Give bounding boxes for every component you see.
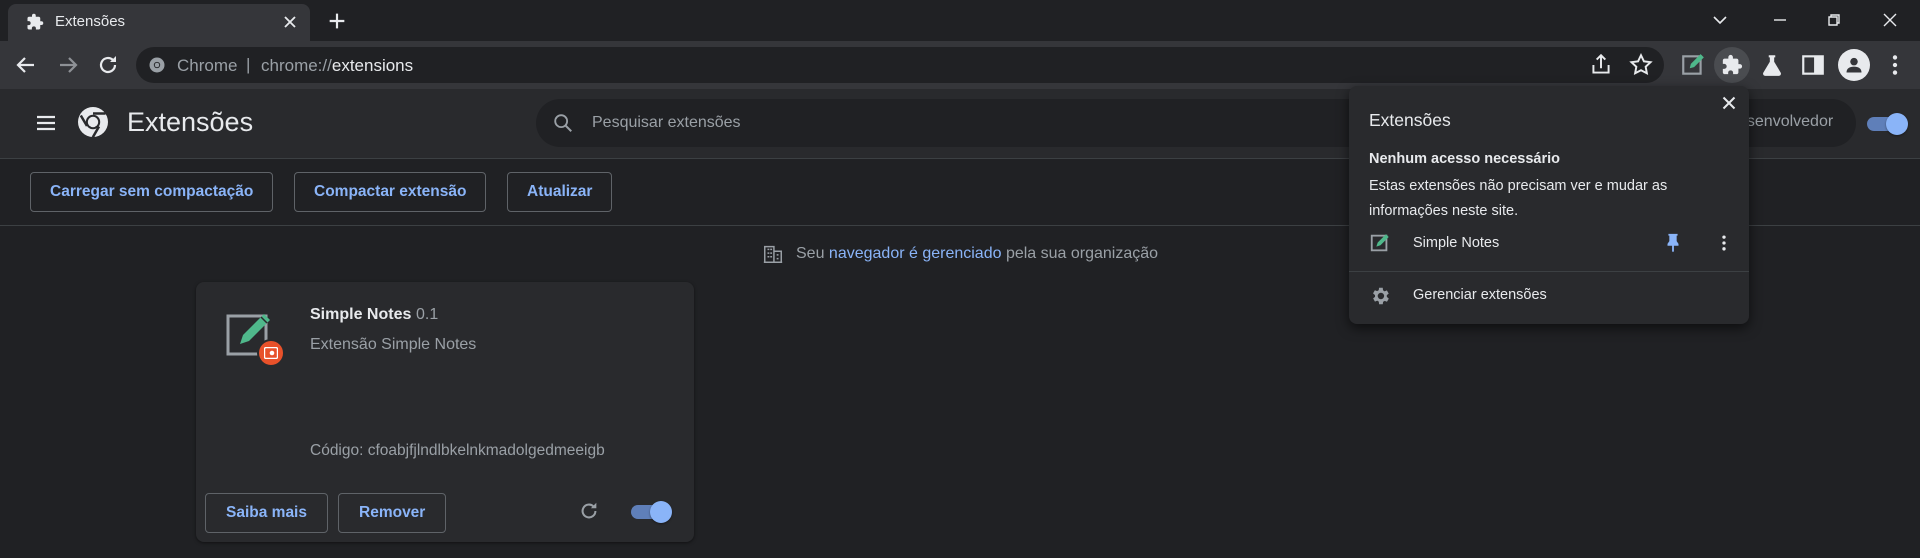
managed-prefix: Seu: [796, 245, 829, 262]
popup-title: Extensões: [1369, 110, 1451, 130]
tab-strip: Extensões: [0, 0, 1920, 41]
toggle-knob: [650, 501, 672, 523]
developer-mode-toggle[interactable]: [1867, 113, 1908, 135]
notes-icon: [1370, 234, 1389, 252]
extension-id: Código: cfoabjfjlndlbkelnkmadolgedmeeigb: [310, 442, 605, 459]
search-input[interactable]: [592, 99, 1292, 147]
manage-extensions-label: Gerenciar extensões: [1413, 287, 1547, 303]
share-icon[interactable]: [1588, 52, 1614, 78]
person-icon: [1846, 57, 1862, 73]
toolbar: Chrome | chrome://extensions: [0, 41, 1920, 89]
profile-icon[interactable]: [1838, 49, 1870, 81]
notes-icon[interactable]: [1680, 52, 1706, 78]
close-icon[interactable]: [1718, 92, 1740, 114]
managed-suffix: pela sua organização: [1001, 245, 1159, 262]
tab-title: Extensões: [55, 13, 126, 30]
chrome-logo-icon: [149, 57, 165, 73]
gear-icon: [1373, 287, 1389, 305]
extension-enabled-toggle[interactable]: [631, 501, 672, 523]
pack-extension-button[interactable]: Compactar extensão: [294, 172, 487, 212]
record-icon: [264, 347, 278, 359]
managed-link[interactable]: navegador é gerenciado: [829, 245, 1002, 262]
more-vert-icon[interactable]: [1714, 232, 1734, 254]
policy-badge: [257, 339, 285, 367]
url-scheme: chrome://: [261, 56, 332, 75]
developer-mode-label: esenvolvedor: [1738, 113, 1834, 130]
more-vert-icon[interactable]: [1882, 52, 1908, 78]
manage-extensions-item[interactable]: Gerenciar extensões: [1349, 276, 1749, 316]
tab-extensions[interactable]: Extensões: [8, 4, 310, 41]
omnibox-origin: Chrome: [177, 56, 238, 75]
toggle-knob: [1886, 113, 1908, 135]
popup-section-description: Estas extensões não precisam ver e mudar…: [1369, 178, 1668, 219]
lab-icon[interactable]: [1759, 52, 1785, 78]
popup-extension-item[interactable]: Simple Notes: [1349, 226, 1749, 260]
remove-button[interactable]: Remover: [338, 493, 447, 533]
search-icon: [554, 114, 572, 132]
forward-icon[interactable]: [56, 53, 80, 77]
url-host: extensions: [331, 56, 414, 75]
load-unpacked-button[interactable]: Carregar sem compactação: [30, 172, 274, 212]
extensions-menu-popup: Extensões Nenhum acesso necessário Estas…: [1349, 86, 1749, 324]
side-panel-icon[interactable]: [1800, 52, 1826, 78]
extension-name: Simple Notes: [310, 306, 412, 323]
close-icon[interactable]: [280, 12, 300, 32]
popup-divider: [1349, 271, 1749, 272]
omnibox[interactable]: Chrome | chrome://extensions: [136, 47, 1664, 83]
popup-extension-name: Simple Notes: [1413, 235, 1500, 251]
reload-icon[interactable]: [96, 53, 120, 77]
minimize-icon[interactable]: [1768, 8, 1792, 32]
page-title: Extensões: [127, 107, 254, 137]
omnibox-separator: |: [246, 55, 251, 74]
plus-icon[interactable]: [326, 10, 348, 32]
hamburger-icon[interactable]: [34, 111, 58, 135]
details-button[interactable]: Saiba mais: [205, 493, 328, 533]
puzzle-icon: [1722, 54, 1743, 75]
close-icon[interactable]: [1878, 8, 1902, 32]
building-icon: [763, 245, 783, 263]
pin-icon[interactable]: [1662, 232, 1684, 254]
restore-icon[interactable]: [1822, 8, 1846, 32]
chrome-logo-icon: [78, 107, 108, 138]
extension-version: 0.1: [416, 306, 439, 323]
back-icon[interactable]: [14, 53, 38, 77]
popup-section-heading: Nenhum acesso necessário: [1369, 151, 1561, 167]
extension-description: Extensão Simple Notes: [310, 336, 477, 353]
managed-text: Seu navegador é gerenciado pela sua orga…: [796, 245, 1158, 263]
chevron-down-icon[interactable]: [1708, 8, 1732, 32]
star-icon[interactable]: [1628, 52, 1654, 78]
omnibox-url: chrome://extensions: [261, 56, 413, 76]
puzzle-icon: [27, 13, 44, 30]
reload-icon[interactable]: [578, 500, 600, 522]
extensions-button[interactable]: [1714, 47, 1750, 83]
extension-card: Simple Notes 0.1 Extensão Simple Notes C…: [196, 282, 694, 542]
update-button[interactable]: Atualizar: [507, 172, 613, 212]
